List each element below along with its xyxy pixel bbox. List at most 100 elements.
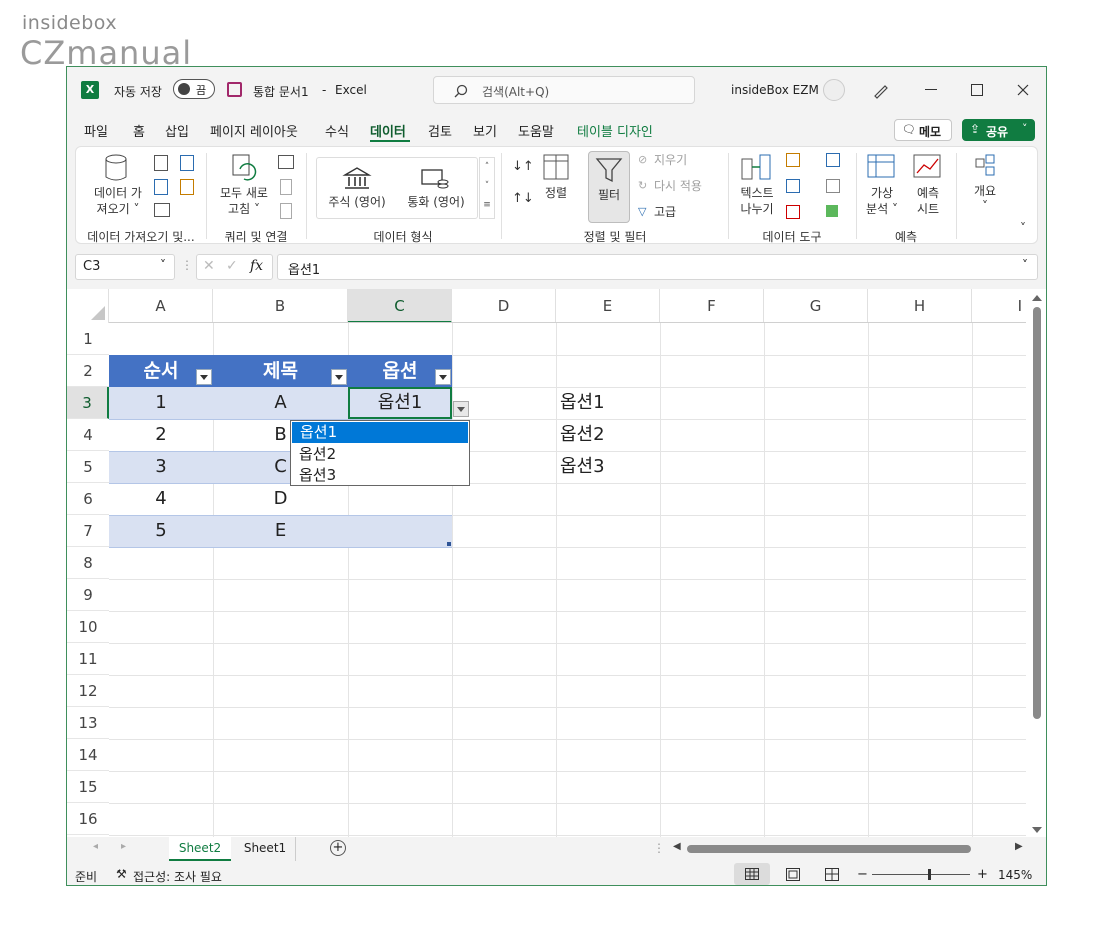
zoom-out-button[interactable]: − bbox=[857, 867, 868, 882]
consolidate-icon[interactable] bbox=[826, 153, 840, 167]
horizontal-scroll-thumb[interactable] bbox=[687, 845, 971, 853]
edit-links-icon[interactable] bbox=[280, 203, 292, 219]
outline-icon[interactable] bbox=[972, 153, 998, 181]
worksheet-grid[interactable]: A B C D E F G H I 1 2 3 4 5 6 7 8 9 10 1… bbox=[67, 289, 1046, 845]
insert-function-icon[interactable]: fx bbox=[250, 258, 263, 274]
advanced-filter-icon[interactable]: ▽ bbox=[638, 205, 646, 218]
avatar[interactable] bbox=[823, 79, 845, 101]
zoom-level[interactable]: 145% bbox=[998, 868, 1032, 882]
menu-view[interactable]: 보기 bbox=[473, 121, 497, 140]
user-name[interactable]: insideBox EZM bbox=[731, 83, 819, 97]
maximize-button[interactable] bbox=[971, 84, 983, 96]
row-header-6[interactable]: 6 bbox=[67, 483, 109, 515]
row-header-5[interactable]: 5 bbox=[67, 451, 109, 483]
get-data-label-1[interactable]: 데이터 가 bbox=[86, 186, 150, 201]
what-if-icon[interactable] bbox=[866, 153, 898, 181]
row-header-1[interactable]: 1 bbox=[67, 323, 109, 355]
gallery-scroll[interactable]: ˄ ˅ ≡ bbox=[479, 157, 495, 219]
comment-button[interactable]: 🗨 메모 bbox=[894, 119, 952, 141]
share-button[interactable]: ⇪ 공유 ˅ bbox=[962, 119, 1035, 141]
currencies-icon[interactable] bbox=[420, 165, 450, 191]
table-resize-handle[interactable] bbox=[447, 542, 451, 546]
sheet-tab-sheet1[interactable]: Sheet1 bbox=[235, 837, 296, 861]
accessibility-icon[interactable]: ⚒ bbox=[116, 867, 127, 881]
save-icon[interactable] bbox=[227, 82, 242, 97]
zoom-slider[interactable] bbox=[872, 869, 970, 880]
add-sheet-button[interactable]: + bbox=[330, 840, 346, 856]
menu-data[interactable]: 데이터 bbox=[370, 121, 406, 140]
dropdown-option-2[interactable]: 옵션2 bbox=[291, 444, 469, 465]
row-header-7[interactable]: 7 bbox=[67, 515, 109, 547]
cell-c3-selected[interactable]: 옵션1 bbox=[348, 387, 452, 419]
formula-expand-icon[interactable]: ˅ bbox=[1022, 258, 1028, 272]
cell-e5[interactable]: 옵션3 bbox=[556, 451, 660, 483]
column-header-c[interactable]: C bbox=[348, 289, 452, 323]
row-header-13[interactable]: 13 bbox=[67, 707, 109, 739]
what-if-label-1[interactable]: 가상 bbox=[860, 186, 904, 201]
row-header-3[interactable]: 3 bbox=[67, 387, 109, 419]
search-box[interactable]: 검색(Alt+Q) bbox=[433, 76, 695, 104]
filter-dropdown-icon[interactable] bbox=[435, 369, 451, 385]
cancel-icon[interactable]: ✕ bbox=[203, 258, 215, 274]
menu-table-design[interactable]: 테이블 디자인 bbox=[577, 121, 653, 140]
menu-formulas[interactable]: 수식 bbox=[325, 121, 349, 140]
text-to-columns-label-1[interactable]: 텍스트 bbox=[732, 186, 782, 201]
row-header-11[interactable]: 11 bbox=[67, 643, 109, 675]
column-header-f[interactable]: F bbox=[660, 289, 764, 323]
forecast-sheet-label-1[interactable]: 예측 bbox=[908, 186, 948, 201]
forecast-sheet-label-2[interactable]: 시트 bbox=[908, 202, 948, 217]
pen-icon[interactable] bbox=[872, 81, 890, 99]
row-header-9[interactable]: 9 bbox=[67, 579, 109, 611]
outline-label[interactable]: 개요 bbox=[964, 184, 1006, 199]
dropdown-option-1[interactable]: 옵션1 bbox=[292, 422, 468, 443]
menu-insert[interactable]: 삽입 bbox=[165, 121, 189, 140]
vertical-scroll-thumb[interactable] bbox=[1033, 307, 1041, 719]
recent-sources-icon[interactable] bbox=[180, 155, 194, 171]
select-all-corner[interactable] bbox=[67, 289, 109, 323]
cell-a7[interactable]: 5 bbox=[109, 515, 213, 547]
filter-dropdown-icon[interactable] bbox=[196, 369, 212, 385]
column-header-g[interactable]: G bbox=[764, 289, 868, 323]
zoom-in-button[interactable]: + bbox=[977, 867, 988, 882]
accessibility-status[interactable]: 접근성: 조사 필요 bbox=[133, 868, 222, 885]
row-header-2[interactable]: 2 bbox=[67, 355, 109, 387]
table-header-title[interactable]: 제목 bbox=[213, 355, 348, 387]
enter-icon[interactable]: ✓ bbox=[226, 258, 238, 274]
validation-dropdown-button[interactable] bbox=[453, 401, 469, 417]
scroll-up-icon[interactable] bbox=[1032, 295, 1042, 301]
text-to-columns-label-2[interactable]: 나누기 bbox=[732, 202, 782, 217]
currencies-label[interactable]: 통화 (영어) bbox=[398, 195, 474, 210]
cell-e3[interactable]: 옵션1 bbox=[556, 387, 660, 419]
stocks-icon[interactable] bbox=[342, 165, 372, 191]
refresh-all-label-2[interactable]: 고침 ˅ bbox=[211, 202, 277, 217]
dropdown-option-3[interactable]: 옵션3 bbox=[291, 465, 469, 486]
scroll-down-icon[interactable] bbox=[1032, 827, 1042, 833]
cell-a3[interactable]: 1 bbox=[109, 387, 213, 419]
sort-desc-icon[interactable]: ↑↓ bbox=[512, 191, 534, 206]
column-header-h[interactable]: H bbox=[868, 289, 972, 323]
menu-page-layout[interactable]: 페이지 레이아웃 bbox=[210, 121, 298, 140]
sort-asc-icon[interactable]: ↓↑ bbox=[512, 159, 534, 174]
from-table-icon[interactable] bbox=[154, 203, 170, 217]
autosave-toggle[interactable]: 끔 bbox=[173, 79, 215, 99]
sort-icon[interactable] bbox=[542, 153, 570, 181]
cell-a4[interactable]: 2 bbox=[109, 419, 213, 451]
cell-a5[interactable]: 3 bbox=[109, 451, 213, 483]
cell-e4[interactable]: 옵션2 bbox=[556, 419, 660, 451]
ribbon-collapse-icon[interactable]: ˅ bbox=[1020, 221, 1026, 235]
tab-split-icon[interactable]: ⋮ bbox=[653, 841, 665, 855]
from-web-icon[interactable] bbox=[154, 179, 168, 195]
hscroll-right-icon[interactable]: ▶ bbox=[1015, 841, 1023, 852]
relationships-icon[interactable] bbox=[826, 179, 840, 193]
hscroll-left-icon[interactable]: ◀ bbox=[673, 841, 681, 852]
row-header-15[interactable]: 15 bbox=[67, 771, 109, 803]
column-header-e[interactable]: E bbox=[556, 289, 660, 323]
menu-home[interactable]: 홈 bbox=[133, 121, 145, 140]
tab-scroll-right-icon[interactable]: ▸ bbox=[121, 841, 126, 852]
row-header-14[interactable]: 14 bbox=[67, 739, 109, 771]
column-header-a[interactable]: A bbox=[109, 289, 213, 323]
row-header-16[interactable]: 16 bbox=[67, 803, 109, 835]
properties-icon[interactable] bbox=[280, 179, 292, 195]
row-header-12[interactable]: 12 bbox=[67, 675, 109, 707]
cell-a6[interactable]: 4 bbox=[109, 483, 213, 515]
